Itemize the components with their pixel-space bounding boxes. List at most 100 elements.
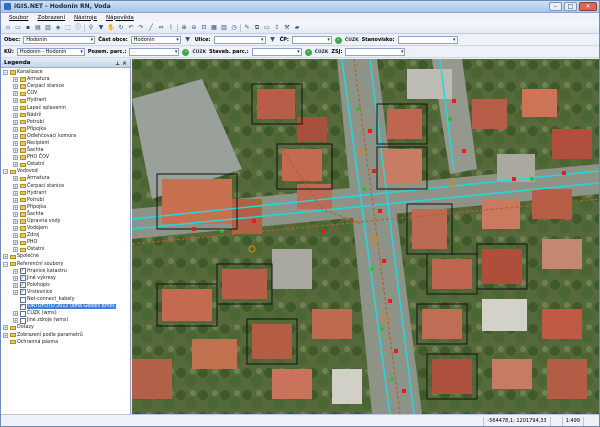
scale-readout[interactable]: 1:499: [561, 416, 583, 426]
menu-soubor[interactable]: Soubor: [9, 15, 28, 21]
legend-item[interactable]: + Šachta: [3, 147, 130, 154]
open-folder-icon[interactable]: ▭: [14, 24, 22, 32]
layers-icon[interactable]: ◈: [54, 24, 62, 32]
legend-item[interactable]: + ČOV: [3, 90, 130, 97]
staveb-go-icon[interactable]: ›: [304, 48, 312, 56]
window-icon[interactable]: ▭: [263, 24, 271, 32]
zsj-combo[interactable]: [345, 48, 406, 56]
orthophoto-map[interactable]: [132, 59, 599, 414]
legend-item[interactable]: + Nádrž: [3, 112, 130, 119]
expand-toggle-icon[interactable]: +: [3, 254, 8, 260]
cuzk-link-pozem[interactable]: ČÚZK: [192, 50, 206, 55]
pozem-go-icon[interactable]: ›: [182, 48, 190, 56]
expand-toggle-icon[interactable]: +: [13, 240, 18, 246]
legend-item[interactable]: + Potrubí: [3, 119, 130, 126]
pin-icon[interactable]: ⊥: [115, 60, 120, 69]
expand-toggle-icon[interactable]: +: [13, 133, 18, 139]
legend-item[interactable]: − Kanalizace: [3, 69, 130, 76]
info-icon[interactable]: ⓘ: [74, 24, 82, 32]
draw-line-icon[interactable]: ╱: [147, 24, 155, 32]
close-button[interactable]: ✕: [579, 2, 597, 11]
legend-item[interactable]: + ✓ Vrstevnice: [3, 289, 130, 296]
expand-toggle-icon[interactable]: +: [13, 197, 18, 203]
expand-toggle-icon[interactable]: +: [13, 268, 18, 274]
expand-toggle-icon[interactable]: −: [3, 261, 8, 267]
expand-toggle-icon[interactable]: +: [3, 332, 8, 338]
legend-item[interactable]: + Společné: [3, 253, 130, 260]
expand-toggle-icon[interactable]: +: [13, 190, 18, 196]
expand-toggle-icon[interactable]: +: [13, 211, 18, 217]
table-icon[interactable]: ▦: [210, 24, 218, 32]
cp-combo[interactable]: [291, 36, 332, 44]
book-icon[interactable]: ▰: [293, 24, 301, 32]
save-icon[interactable]: ▪: [24, 24, 32, 32]
legend-item[interactable]: Ochranná pásma: [3, 339, 130, 346]
legend-item[interactable]: ✓ ORTOFOTO 2012 (sma Geodis Brno): [3, 303, 130, 310]
layer-checkbox[interactable]: [19, 317, 26, 324]
legend-item[interactable]: + Hydrant: [3, 97, 130, 104]
search-go-icon[interactable]: ›: [334, 36, 342, 44]
legend-item[interactable]: + Zdroj: [3, 232, 130, 239]
tools-icon[interactable]: ⚒: [283, 24, 291, 32]
expand-toggle-icon[interactable]: +: [13, 282, 18, 288]
expand-toggle-icon[interactable]: −: [3, 70, 8, 76]
legend-item[interactable]: + Přípojka: [3, 126, 130, 133]
legend-item[interactable]: + Zobrazení podle parametrů: [3, 331, 130, 338]
cast-obce-combo[interactable]: Hodonín: [130, 36, 181, 44]
layer-checkbox[interactable]: ✓: [19, 289, 26, 296]
cuzk-link[interactable]: ČÚZK: [345, 38, 359, 43]
legend-item[interactable]: + PHO: [3, 239, 130, 246]
expand-toggle-icon[interactable]: +: [13, 318, 18, 324]
layer-checkbox[interactable]: ✓: [19, 303, 26, 310]
undo-icon[interactable]: ↶: [127, 24, 135, 32]
filter-icon[interactable]: ▼: [184, 36, 192, 44]
expand-toggle-icon[interactable]: +: [13, 105, 18, 111]
menu-nastroje[interactable]: Nástroje: [74, 15, 97, 21]
menu-napoveda[interactable]: Nápověda: [106, 15, 134, 21]
legend-item[interactable]: + Hydrant: [3, 190, 130, 197]
ku-combo[interactable]: Hodonín - Hodonín: [16, 48, 85, 56]
staveb-parc-combo[interactable]: [251, 48, 302, 56]
expand-toggle-icon[interactable]: +: [13, 91, 18, 97]
map-view[interactable]: [132, 59, 599, 414]
expand-toggle-icon[interactable]: +: [13, 226, 18, 232]
expand-toggle-icon[interactable]: +: [13, 126, 18, 132]
layer-checkbox[interactable]: ✓: [19, 275, 26, 282]
zoom-extent-icon[interactable]: ⊡: [200, 24, 208, 32]
layer-checkbox[interactable]: ✓: [19, 268, 26, 275]
pan-icon[interactable]: ✋: [107, 24, 115, 32]
legend-item[interactable]: − Referenční soubory: [3, 261, 130, 268]
legend-item[interactable]: + Odlehčovací komora: [3, 133, 130, 140]
legend-item[interactable]: + Dotazy: [3, 324, 130, 331]
legend-item[interactable]: + Jiné zdroje (wms): [3, 317, 130, 324]
filter-icon[interactable]: ▼: [97, 24, 105, 32]
expand-toggle-icon[interactable]: +: [13, 112, 18, 118]
expand-toggle-icon[interactable]: +: [13, 275, 18, 281]
expand-toggle-icon[interactable]: +: [13, 77, 18, 83]
legend-item[interactable]: + Recipient: [3, 140, 130, 147]
stanovisko-combo[interactable]: [397, 36, 458, 44]
expand-toggle-icon[interactable]: +: [13, 84, 18, 90]
legend-item[interactable]: + ✓ Jiné výkresy: [3, 275, 130, 282]
expand-toggle-icon[interactable]: +: [13, 162, 18, 168]
expand-toggle-icon[interactable]: +: [13, 98, 18, 104]
expand-toggle-icon[interactable]: +: [13, 176, 18, 182]
legend-item[interactable]: + ✓ Polohopis: [3, 282, 130, 289]
obec-combo[interactable]: Hodonín: [23, 36, 96, 44]
legend-item[interactable]: + Potrubí: [3, 197, 130, 204]
legend-item[interactable]: + Přípojka: [3, 204, 130, 211]
expand-toggle-icon[interactable]: +: [13, 183, 18, 189]
expand-toggle-icon[interactable]: +: [13, 155, 18, 161]
clock-icon[interactable]: ◷: [230, 24, 238, 32]
print-icon[interactable]: ▤: [34, 24, 42, 32]
refresh-icon[interactable]: ↻: [117, 24, 125, 32]
expand-toggle-icon[interactable]: +: [13, 204, 18, 210]
expand-toggle-icon[interactable]: +: [13, 311, 18, 317]
legend-item[interactable]: + Úpravna vody: [3, 218, 130, 225]
expand-toggle-icon[interactable]: +: [13, 119, 18, 125]
expand-toggle-icon[interactable]: +: [13, 233, 18, 239]
expand-toggle-icon[interactable]: +: [13, 247, 18, 253]
cuzk-link-staveb[interactable]: ČÚZK: [315, 50, 329, 55]
copy-icon[interactable]: ⧉: [253, 24, 261, 32]
polyline-icon[interactable]: ⌇: [167, 24, 175, 32]
